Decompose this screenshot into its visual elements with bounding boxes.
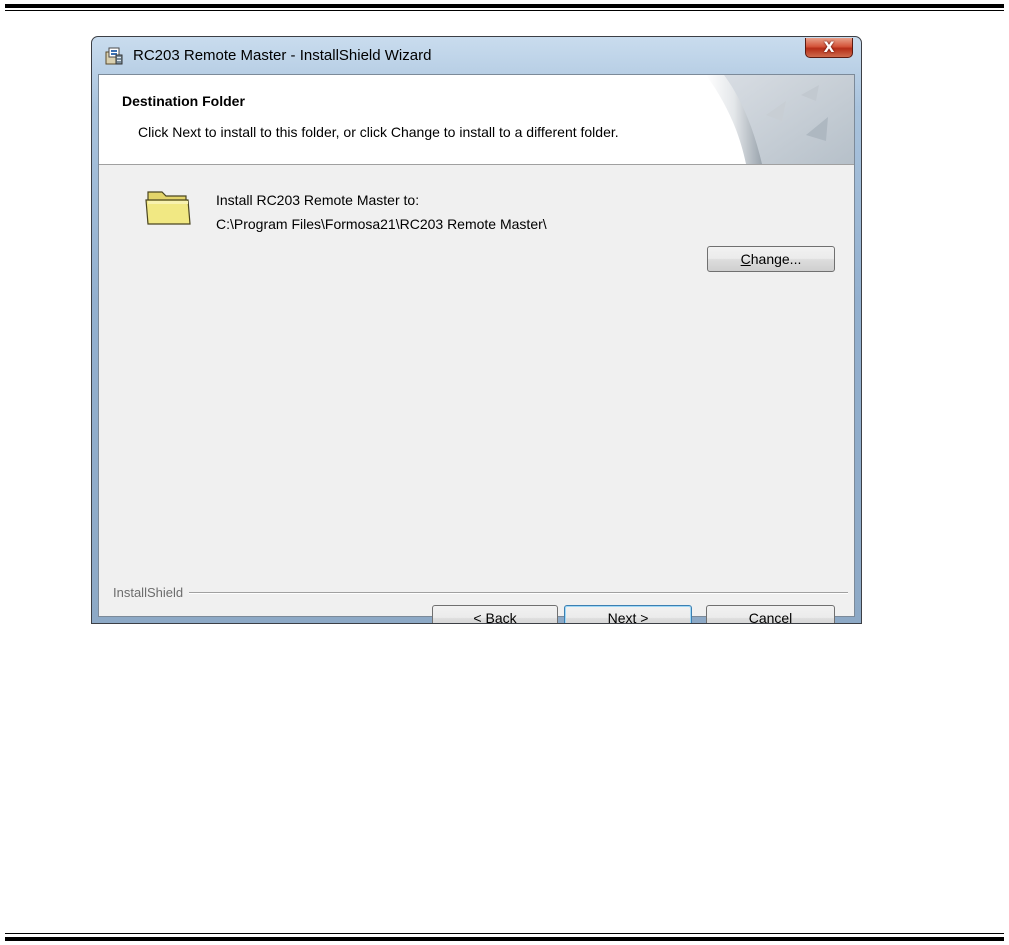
cancel-button[interactable]: Cancel — [706, 605, 835, 624]
top-rule-thick — [5, 4, 1004, 8]
back-label: ack — [494, 610, 517, 624]
top-rule-thin — [5, 10, 1004, 11]
installshield-brand-label: InstallShield — [113, 585, 190, 600]
install-path-text: C:\Program Files\Formosa21\RC203 Remote … — [216, 216, 547, 232]
footer-divider-line — [113, 592, 848, 594]
next-label: ext > — [617, 610, 649, 624]
installer-window: RC203 Remote Master - InstallShield Wiza… — [91, 36, 862, 624]
cancel-label: Cancel — [748, 610, 793, 624]
installer-app-icon — [105, 47, 123, 65]
close-button[interactable]: X — [805, 38, 853, 58]
window-title: RC203 Remote Master - InstallShield Wiza… — [133, 47, 432, 64]
title-bar[interactable]: RC203 Remote Master - InstallShield Wiza… — [92, 37, 861, 75]
change-label: hange... — [750, 251, 802, 267]
folder-icon — [145, 191, 191, 225]
change-button[interactable]: Change... — [707, 246, 835, 272]
next-button[interactable]: Next > — [564, 605, 692, 624]
bottom-rule-thick — [5, 937, 1004, 941]
next-mnemonic: N — [607, 610, 618, 624]
installshield-divider: InstallShield — [113, 585, 848, 600]
bottom-rule-thin — [5, 933, 1004, 934]
back-button[interactable]: < Back — [432, 605, 558, 624]
page-curl-banner-icon — [706, 75, 854, 164]
change-mnemonic: C — [740, 251, 751, 267]
back-prefix: < — [473, 610, 486, 624]
install-location-label: Install RC203 Remote Master to: — [216, 192, 420, 208]
page-description: Click Next to install to this folder, or… — [138, 124, 619, 140]
wizard-client-area: Destination Folder Click Next to install… — [98, 74, 855, 623]
back-mnemonic: B — [485, 610, 495, 624]
wizard-header: Destination Folder Click Next to install… — [99, 75, 854, 165]
close-icon: X — [823, 39, 835, 56]
page-title: Destination Folder — [122, 93, 245, 109]
